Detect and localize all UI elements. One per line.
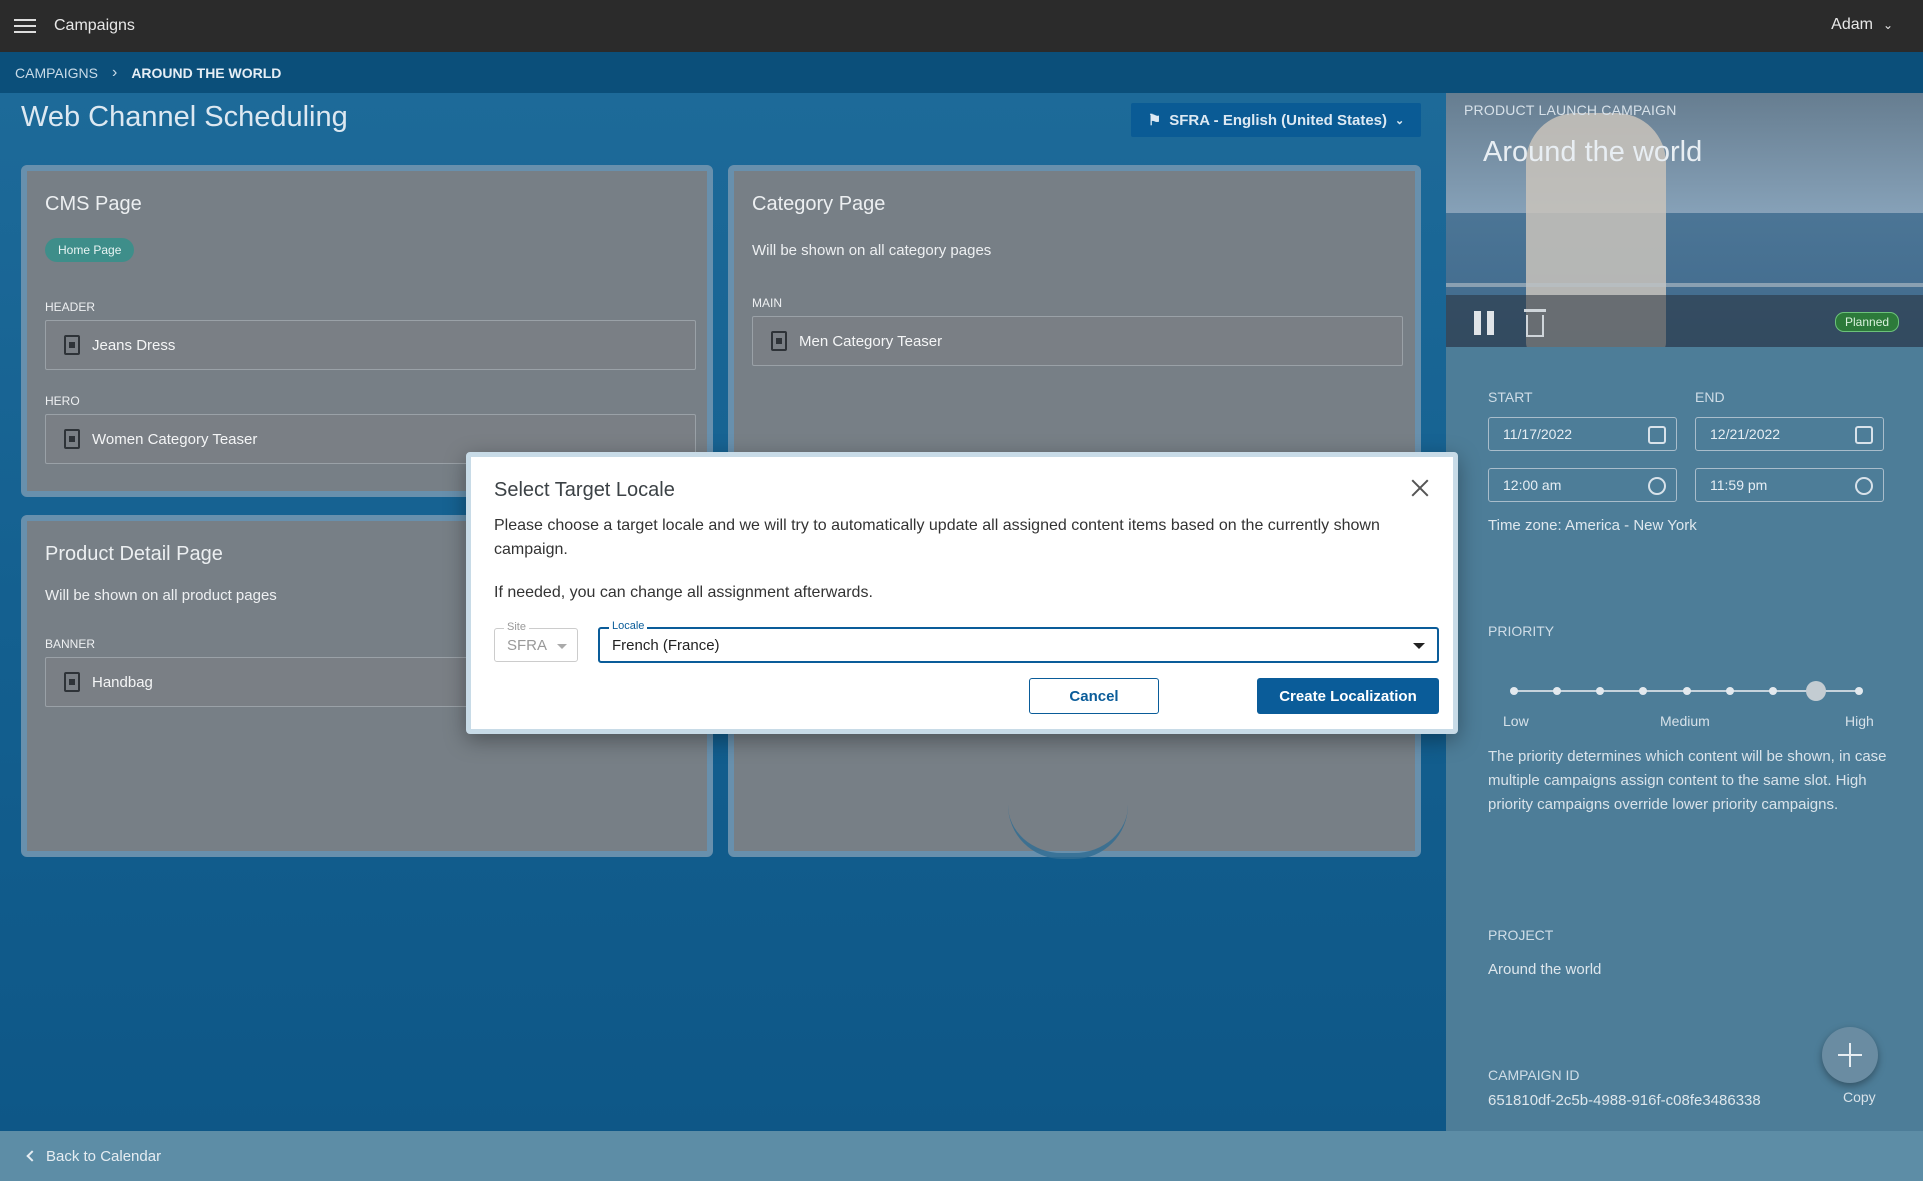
- site-select: Site SFRA: [494, 621, 578, 662]
- caret-down-icon: [1413, 643, 1425, 655]
- dialog-note: If needed, you can change all assignment…: [494, 584, 873, 601]
- locale-select-value: French (France): [612, 636, 720, 654]
- locale-select[interactable]: Locale French (France): [598, 620, 1439, 663]
- create-localization-button[interactable]: Create Localization: [1257, 678, 1439, 714]
- locale-select-label: Locale: [609, 620, 648, 632]
- site-select-label: Site: [504, 621, 529, 633]
- select-locale-dialog: Select Target Locale Please choose a tar…: [466, 452, 1458, 734]
- dialog-title: Select Target Locale: [494, 479, 675, 501]
- close-icon[interactable]: [1411, 479, 1429, 497]
- site-select-value: SFRA: [507, 636, 548, 654]
- cancel-button[interactable]: Cancel: [1029, 678, 1159, 714]
- dialog-text: Please choose a target locale and we wil…: [494, 517, 1380, 558]
- caret-down-icon: [557, 644, 567, 654]
